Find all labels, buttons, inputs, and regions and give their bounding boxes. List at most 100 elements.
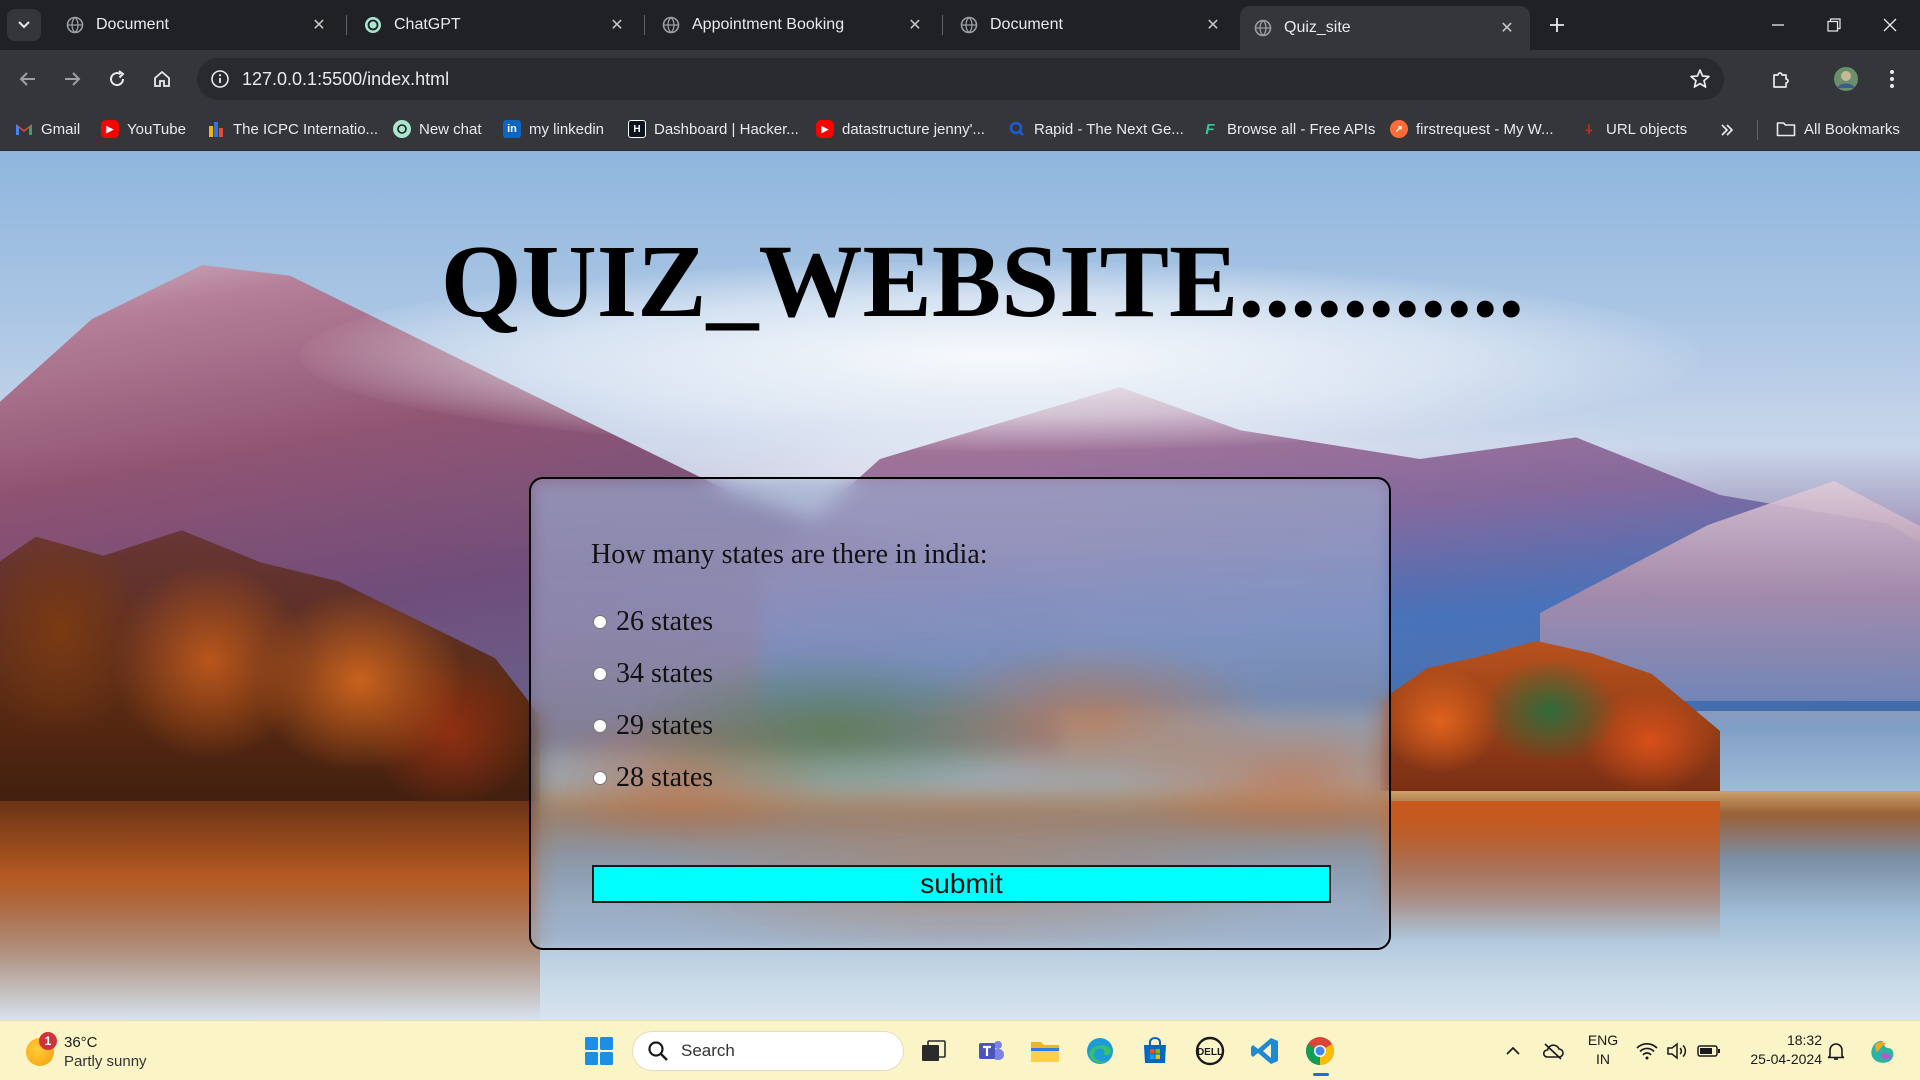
onedrive-offline-button[interactable] — [1541, 1039, 1565, 1063]
avatar-icon — [1834, 67, 1858, 91]
forward-button[interactable] — [56, 63, 88, 95]
option-34-states[interactable]: 34 states — [591, 656, 713, 692]
site-info-button[interactable] — [207, 66, 233, 92]
system-clock[interactable]: 18:32 25-04-2024 — [1734, 1031, 1822, 1069]
submit-button[interactable]: submit — [592, 865, 1331, 903]
close-icon[interactable]: ✕ — [1202, 14, 1224, 36]
cloud-offline-icon — [1542, 1043, 1564, 1060]
dell-app[interactable]: DELL — [1193, 1034, 1227, 1068]
file-explorer-app[interactable] — [1028, 1034, 1062, 1068]
restore-button[interactable] — [1810, 7, 1858, 43]
tab-divider — [644, 15, 645, 35]
close-window-button[interactable] — [1866, 7, 1914, 43]
radio-button[interactable] — [593, 615, 607, 629]
url-icon: ⍭ — [1584, 120, 1594, 137]
star-bookmark-icon[interactable] — [1688, 67, 1712, 91]
reload-button[interactable] — [101, 63, 133, 95]
address-bar[interactable]: 127.0.0.1:5500/index.html — [197, 58, 1724, 100]
bookmark-icpc[interactable]: The ICPC Internatio... — [207, 117, 378, 141]
new-tab-button[interactable] — [1543, 11, 1571, 39]
bookmark-free-apis[interactable]: F Browse all - Free APIs — [1201, 117, 1375, 141]
bookmark-new-chat[interactable]: New chat — [393, 117, 482, 141]
tab-appointment-booking[interactable]: Appointment Booking ✕ — [648, 7, 938, 43]
show-hidden-icons-button[interactable] — [1501, 1039, 1525, 1063]
teams-icon — [979, 1041, 1004, 1060]
teams-app[interactable] — [974, 1034, 1008, 1068]
region-code: IN — [1596, 1051, 1610, 1067]
bookmark-label: New chat — [419, 120, 482, 138]
bookmarks-overflow-button[interactable] — [1715, 118, 1739, 142]
edge-icon — [1087, 1038, 1113, 1064]
edge-app[interactable] — [1083, 1034, 1117, 1068]
bookmark-linkedin[interactable]: in my linkedin — [503, 117, 604, 141]
background-reflection — [0, 801, 540, 1020]
close-icon[interactable]: ✕ — [1496, 17, 1518, 39]
taskbar-search[interactable]: Search — [632, 1031, 904, 1071]
back-button[interactable] — [12, 63, 44, 95]
tab-chatgpt[interactable]: ChatGPT ✕ — [350, 7, 640, 43]
option-26-states[interactable]: 26 states — [591, 604, 713, 640]
tab-document-2[interactable]: Document ✕ — [946, 7, 1236, 43]
vscode-app[interactable] — [1248, 1034, 1282, 1068]
store-icon — [1144, 1037, 1166, 1063]
wifi-icon — [1636, 1042, 1658, 1060]
extensions-button[interactable] — [1765, 63, 1797, 95]
language-indicator[interactable]: ENG IN — [1585, 1031, 1621, 1069]
close-icon[interactable]: ✕ — [606, 14, 628, 36]
folder-icon — [1031, 1042, 1059, 1062]
clock-time: 18:32 — [1786, 1032, 1822, 1048]
home-icon — [154, 70, 170, 87]
bookmarks-divider — [1757, 120, 1758, 140]
bookmark-url-objects[interactable]: ⍭ URL objects — [1580, 117, 1687, 141]
globe-icon — [960, 16, 978, 34]
notifications-button[interactable] — [1824, 1039, 1848, 1063]
tab-search-button[interactable] — [7, 9, 41, 41]
weather-condition: Partly sunny — [64, 1053, 147, 1070]
tab-divider — [346, 15, 347, 35]
battery-button[interactable] — [1697, 1039, 1721, 1063]
reload-icon — [110, 70, 125, 87]
bookmark-datastructure[interactable]: ▶ datastructure jenny'... — [816, 117, 985, 141]
bookmark-label: my linkedin — [529, 120, 605, 138]
wifi-button[interactable] — [1635, 1039, 1659, 1063]
radio-button[interactable] — [593, 667, 607, 681]
radio-button[interactable] — [593, 719, 607, 733]
weather-widget[interactable]: 1 36°C Partly sunny — [22, 1028, 182, 1074]
kebab-menu-icon — [1890, 70, 1894, 88]
option-28-states[interactable]: 28 states — [591, 760, 713, 796]
volume-button[interactable] — [1665, 1039, 1689, 1063]
close-icon[interactable]: ✕ — [904, 14, 926, 36]
minimize-button[interactable] — [1754, 7, 1802, 43]
bookmark-gmail[interactable]: Gmail — [15, 117, 80, 141]
microsoft-store-app[interactable] — [1138, 1034, 1172, 1068]
bookmark-firstrequest[interactable]: ➚ firstrequest - My W... — [1390, 117, 1554, 141]
option-label: 28 states — [616, 762, 714, 793]
browser-toolbar: 127.0.0.1:5500/index.html — [0, 50, 1920, 108]
chatgpt-icon — [393, 120, 411, 138]
windows-start-icon[interactable] — [584, 1036, 614, 1066]
svg-text:DELL: DELL — [1197, 1047, 1223, 1058]
chatgpt-icon — [365, 17, 381, 33]
chrome-app[interactable] — [1303, 1034, 1337, 1076]
tab-title: Appointment Booking — [692, 16, 845, 33]
postman-icon: ➚ — [1390, 120, 1408, 138]
tab-quiz-site[interactable]: Quiz_site ✕ — [1240, 6, 1530, 50]
radio-button[interactable] — [593, 771, 607, 785]
speaker-icon — [1667, 1042, 1687, 1060]
url-text[interactable]: 127.0.0.1:5500/index.html — [242, 69, 449, 90]
menu-button[interactable] — [1876, 63, 1908, 95]
bookmark-youtube[interactable]: ▶ YouTube — [101, 117, 186, 141]
all-bookmarks-button[interactable]: All Bookmarks — [1776, 117, 1900, 141]
task-view-button[interactable] — [917, 1034, 951, 1068]
bookmark-label: Dashboard | Hacker... — [654, 120, 799, 138]
close-icon — [1883, 18, 1897, 32]
copilot-button[interactable] — [1866, 1035, 1898, 1067]
profile-button[interactable] — [1830, 63, 1862, 95]
option-29-states[interactable]: 29 states — [591, 708, 713, 744]
home-button[interactable] — [146, 63, 178, 95]
close-icon[interactable]: ✕ — [308, 14, 330, 36]
tab-document-1[interactable]: Document ✕ — [52, 7, 342, 43]
bookmark-rapid[interactable]: Rapid - The Next Ge... — [1008, 117, 1184, 141]
windows-taskbar: 1 36°C Partly sunny Search DELL ENG IN 1… — [0, 1020, 1920, 1080]
bookmark-hackerrank[interactable]: H Dashboard | Hacker... — [628, 117, 799, 141]
